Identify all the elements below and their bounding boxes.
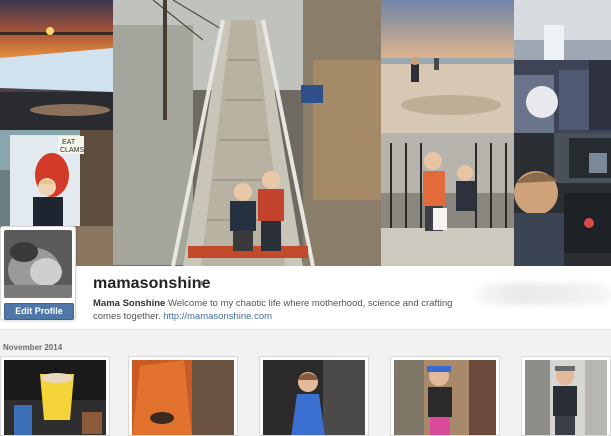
- ship-ramp-photo: [113, 0, 381, 266]
- collage-photo-ship-ramp[interactable]: [113, 0, 381, 266]
- avatar[interactable]: [4, 230, 72, 298]
- post-photo-costume: [132, 360, 234, 435]
- chevron-down-icon[interactable]: ▾: [199, 278, 204, 289]
- svg-text:CLAMS: CLAMS: [60, 147, 84, 154]
- collage-photo-beach[interactable]: [381, 0, 514, 133]
- profile-avatar-card: Edit Profile: [0, 226, 76, 320]
- header-collage: EAT CLAMS: [0, 0, 611, 266]
- sunset-photo: [0, 0, 113, 130]
- post-thumbnail[interactable]: [0, 356, 110, 436]
- profile-bio: Mama Sonshine Welcome to my chaotic life…: [93, 297, 463, 323]
- edit-profile-button[interactable]: Edit Profile: [4, 303, 74, 320]
- museum-photo: [381, 133, 514, 266]
- post-thumbnail[interactable]: [521, 356, 611, 436]
- collage-photo-sunset[interactable]: [0, 0, 113, 130]
- cabin-photo: [514, 0, 611, 133]
- post-thumbnail[interactable]: [128, 356, 238, 436]
- blurred-region: [475, 283, 611, 305]
- collage-photo-computer[interactable]: [514, 133, 611, 266]
- profile-username: mamasonshine: [93, 275, 211, 292]
- month-label: November 2014: [3, 343, 63, 352]
- post-photo-boy-pirate: [525, 360, 607, 435]
- svg-text:EAT: EAT: [62, 139, 76, 146]
- post-photo-girl-pirate: [394, 360, 496, 435]
- profile-full-name: Mama Sonshine: [93, 298, 166, 309]
- post-photo-cup: [4, 360, 106, 435]
- collage-photo-museum[interactable]: [381, 133, 514, 266]
- beach-photo: [381, 0, 514, 133]
- post-thumbnail[interactable]: [390, 356, 500, 436]
- avatar-photo: [4, 230, 72, 298]
- post-photo-girl-dress: [263, 360, 365, 435]
- post-thumbnail[interactable]: [259, 356, 369, 436]
- collage-photo-cabin[interactable]: [514, 0, 611, 133]
- computer-photo: [514, 133, 611, 266]
- profile-website-link[interactable]: http://mamasonshine.com: [163, 311, 272, 322]
